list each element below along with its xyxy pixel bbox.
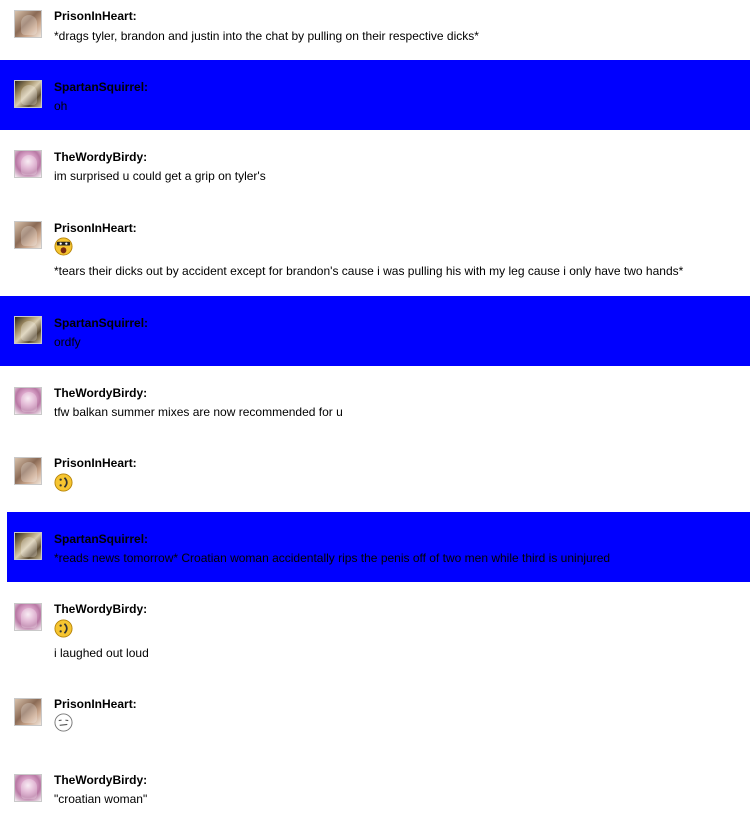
- message-text: *tears their dicks out by accident excep…: [54, 264, 684, 278]
- username[interactable]: PrisonInHeart:: [54, 456, 137, 470]
- laughing-face-icon: [54, 473, 73, 492]
- message-text: ordfy: [54, 335, 81, 349]
- message-text: *drags tyler, brandon and justin into th…: [54, 29, 479, 43]
- message-text: im surprised u could get a grip on tyler…: [54, 169, 266, 183]
- username[interactable]: SpartanSquirrel:: [54, 532, 148, 546]
- avatar[interactable]: [14, 603, 42, 631]
- avatar[interactable]: [14, 457, 42, 485]
- username[interactable]: PrisonInHeart:: [54, 9, 137, 23]
- message-text: oh: [54, 99, 68, 113]
- avatar[interactable]: [14, 316, 42, 344]
- chat-message: PrisonInHeart: *tears their dicks out by…: [0, 200, 750, 296]
- avatar[interactable]: [14, 80, 42, 108]
- avatar[interactable]: [14, 221, 42, 249]
- chat-message-highlighted: SpartanSquirrel: ordfy: [0, 296, 750, 366]
- avatar[interactable]: [14, 532, 42, 560]
- chat-message-highlighted: SpartanSquirrel: *reads news tomorrow* C…: [7, 512, 750, 582]
- chat-message-highlighted: SpartanSquirrel: oh: [0, 60, 750, 130]
- username[interactable]: PrisonInHeart:: [54, 221, 137, 235]
- chat-message: PrisonInHeart:: [0, 676, 750, 772]
- avatar[interactable]: [14, 774, 42, 802]
- avatar[interactable]: [14, 698, 42, 726]
- laughing-face-icon: [54, 619, 73, 638]
- username[interactable]: TheWordyBirdy:: [54, 386, 147, 400]
- chat-message: PrisonInHeart: *drags tyler, brandon and…: [0, 0, 750, 60]
- surprised-face-icon: [54, 237, 73, 256]
- chat-message: TheWordyBirdy: im surprised u could get …: [0, 130, 750, 200]
- avatar[interactable]: [14, 150, 42, 178]
- username[interactable]: TheWordyBirdy:: [54, 150, 147, 164]
- avatar[interactable]: [14, 387, 42, 415]
- message-text: "croatian woman": [54, 792, 148, 806]
- message-text: *reads news tomorrow* Croatian woman acc…: [54, 551, 611, 565]
- username[interactable]: TheWordyBirdy:: [54, 773, 147, 787]
- chat-message: TheWordyBirdy: tfw balkan summer mixes a…: [0, 366, 750, 436]
- chat-message: PrisonInHeart:: [0, 436, 750, 512]
- username[interactable]: SpartanSquirrel:: [54, 316, 148, 330]
- avatar[interactable]: [14, 10, 42, 38]
- chat-message: TheWordyBirdy: i laughed out loud: [0, 582, 750, 676]
- username[interactable]: PrisonInHeart:: [54, 697, 137, 711]
- message-text: tfw balkan summer mixes are now recommen…: [54, 405, 343, 419]
- username[interactable]: TheWordyBirdy:: [54, 602, 147, 616]
- message-text: i laughed out loud: [54, 646, 149, 660]
- chat-message: TheWordyBirdy: "croatian woman": [0, 772, 750, 814]
- meh-face-icon: [54, 713, 73, 732]
- username[interactable]: SpartanSquirrel:: [54, 80, 148, 94]
